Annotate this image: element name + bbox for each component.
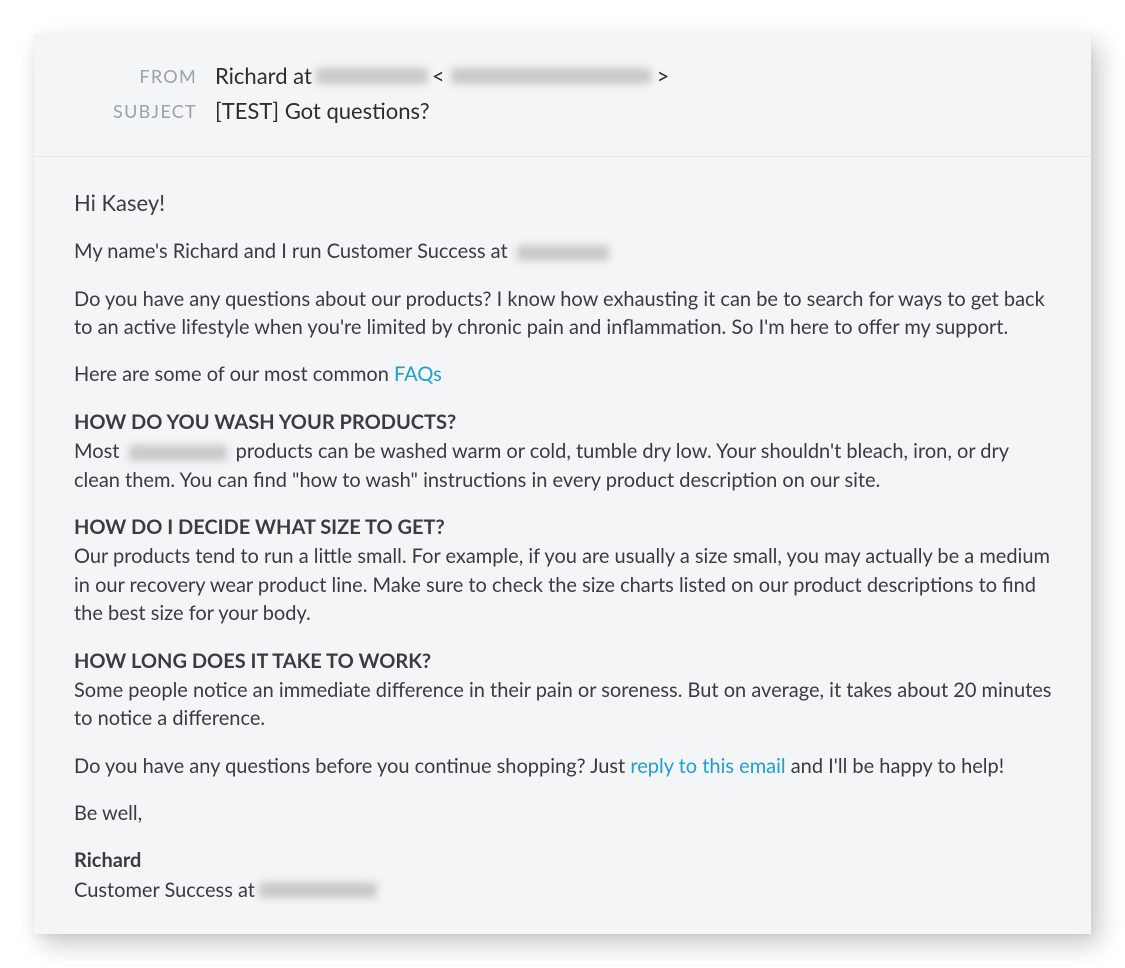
faq1-prefix: Most: [74, 439, 125, 463]
signature-title: Customer Success at: [74, 876, 1055, 904]
faq3-heading: HOW LONG DOES IT TAKE TO WORK?: [74, 647, 1055, 675]
cta-prefix: Do you have any questions before you con…: [74, 754, 630, 778]
faq1-body: Most products can be washed warm or cold…: [74, 437, 1055, 494]
from-label: FROM: [70, 65, 215, 87]
questions-paragraph: Do you have any questions about our prod…: [74, 285, 1055, 342]
faq3-body: Some people notice an immediate differen…: [74, 676, 1055, 733]
subject-value: [TEST] Got questions?: [215, 97, 430, 124]
from-angle-open: <: [432, 62, 445, 89]
from-value: Richard at < >: [215, 62, 669, 89]
redacted-sender-company: [316, 68, 428, 84]
faq1-heading: HOW DO YOU WASH YOUR PRODUCTS?: [74, 408, 1055, 436]
signature-role: Customer Success at: [74, 876, 255, 904]
from-row: FROM Richard at < >: [70, 62, 1055, 89]
subject-label: SUBJECT: [70, 100, 215, 122]
from-angle-close: >: [657, 62, 670, 89]
from-name: Richard at: [215, 62, 312, 89]
faqs-link[interactable]: FAQs: [394, 362, 442, 386]
cta-suffix: and I'll be happy to help!: [786, 754, 1004, 778]
intro-text: My name's Richard and I run Customer Suc…: [74, 239, 513, 263]
email-header: FROM Richard at < > SUBJECT [TEST] Got q…: [34, 34, 1091, 157]
redacted-sender-email: [451, 68, 651, 84]
reply-link[interactable]: reply to this email: [630, 754, 785, 778]
faq2-body: Our products tend to run a little small.…: [74, 542, 1055, 627]
subject-row: SUBJECT [TEST] Got questions?: [70, 97, 1055, 124]
redacted-company-signature: [259, 882, 377, 898]
greeting: Hi Kasey!: [74, 187, 1055, 218]
cta-paragraph: Do you have any questions before you con…: [74, 752, 1055, 780]
faq2-heading: HOW DO I DECIDE WHAT SIZE TO GET?: [74, 513, 1055, 541]
email-body: Hi Kasey! My name's Richard and I run Cu…: [34, 157, 1091, 934]
redacted-company-faq1: [129, 445, 227, 461]
intro-paragraph: My name's Richard and I run Customer Suc…: [74, 237, 1055, 265]
faq-lead-paragraph: Here are some of our most common FAQs: [74, 360, 1055, 388]
signoff: Be well,: [74, 799, 1055, 827]
faq-lead-text: Here are some of our most common: [74, 362, 394, 386]
email-card: FROM Richard at < > SUBJECT [TEST] Got q…: [34, 34, 1091, 934]
redacted-company-intro: [517, 245, 609, 261]
signature-name: Richard: [74, 846, 1055, 874]
